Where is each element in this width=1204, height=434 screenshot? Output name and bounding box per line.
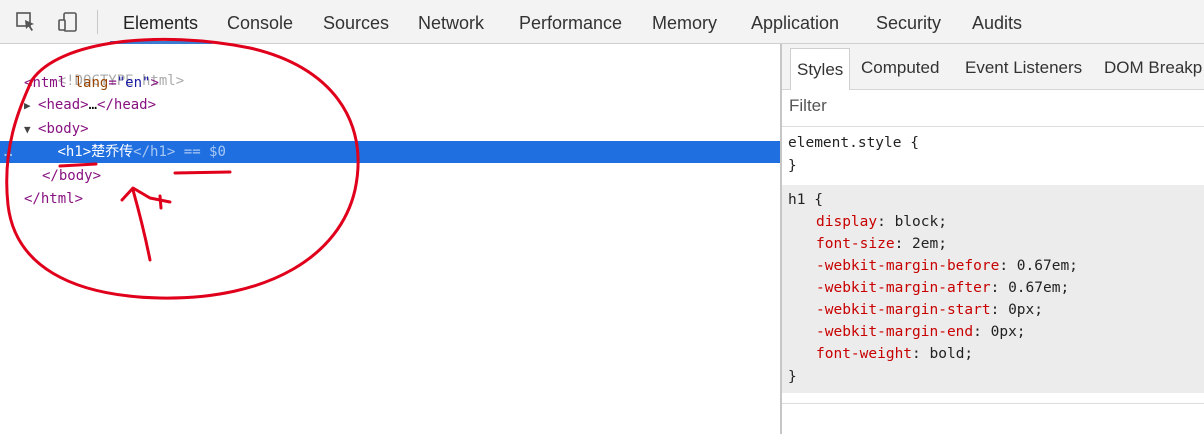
tab-network[interactable]: Network [418, 0, 484, 43]
html-close-tag: </html> [24, 191, 84, 207]
tab-application[interactable]: Application [751, 0, 839, 43]
h1-tag: h1 [65, 144, 83, 160]
element-style-selector[interactable]: element.style { [788, 132, 919, 154]
declaration-row[interactable]: display: block; [816, 211, 947, 233]
declaration-row[interactable]: -webkit-margin-after: 0.67em; [816, 277, 1069, 299]
expand-triangle-icon[interactable]: ▶ [24, 95, 38, 117]
tab-styles[interactable]: Styles [790, 48, 851, 90]
styles-filter-input[interactable]: Filter [789, 96, 827, 116]
collapse-triangle-icon[interactable]: ▼ [24, 119, 38, 141]
body-tag: body [46, 121, 81, 137]
dom-head-line[interactable]: ▶ <head>…</head> [0, 94, 780, 116]
html-attr-value: "en" [116, 75, 151, 91]
h1-rule-close: } [788, 369, 797, 385]
head-close-tag: head [113, 97, 148, 113]
rules-bottom-divider [782, 403, 1204, 404]
tab-dom-breakpoints[interactable]: DOM Breakp [1104, 44, 1202, 90]
tab-sources[interactable]: Sources [323, 0, 389, 43]
device-toggle-icon[interactable] [57, 11, 79, 33]
tab-performance[interactable]: Performance [519, 0, 622, 43]
devtools-toolbar: Elements Console Sources Network Perform… [0, 0, 1204, 44]
dom-html-line[interactable]: <html lang="en"> [0, 72, 780, 94]
declaration-row[interactable]: font-size: 2em; [816, 233, 947, 255]
declaration-row[interactable]: -webkit-margin-end: 0px; [816, 321, 1026, 343]
h1-rule-block: h1 { display: block; font-size: 2em; -we… [782, 185, 1204, 393]
h1-close-tag: h1 [150, 144, 167, 160]
row-menu-dots[interactable]: … [0, 144, 12, 160]
tab-elements[interactable]: Elements [123, 0, 198, 43]
sidebar-tabs: Styles Computed Event Listeners DOM Brea… [782, 44, 1204, 90]
tab-computed[interactable]: Computed [861, 44, 939, 90]
dom-html-close-line[interactable]: </html> [0, 188, 780, 210]
declaration-row[interactable]: -webkit-margin-start: 0px; [816, 299, 1043, 321]
tab-event-listeners[interactable]: Event Listeners [965, 44, 1082, 90]
dom-h1-line-selected[interactable]: … <h1>楚乔传</h1> == $0 [0, 141, 780, 163]
dom-body-close-line[interactable]: </body> [0, 165, 780, 187]
head-ellipsis: … [88, 97, 98, 113]
body-close-tag: </body> [42, 168, 102, 184]
element-style-close: } [788, 158, 797, 174]
html-attr-name: lang [74, 75, 109, 91]
dom-doctype-line[interactable]: <!DOCTYPE html> [0, 48, 780, 89]
head-tag: head [46, 97, 81, 113]
tab-console[interactable]: Console [227, 0, 293, 43]
h1-selector[interactable]: h1 { [788, 189, 823, 211]
dom-body-line[interactable]: ▼ <body> [0, 118, 780, 140]
declaration-row[interactable]: font-weight: bold; [816, 343, 973, 365]
tab-memory[interactable]: Memory [652, 0, 717, 43]
selected-marker: == $0 [183, 144, 226, 160]
tab-security[interactable]: Security [876, 0, 941, 43]
dom-tree: <!DOCTYPE html> <html lang="en"> ▶ <head>… [0, 44, 780, 434]
styles-sidebar: Styles Computed Event Listeners DOM Brea… [782, 44, 1204, 434]
inspect-cursor-icon[interactable] [15, 11, 37, 33]
toolbar-separator [97, 10, 98, 34]
h1-text: 楚乔传 [91, 144, 134, 160]
html-tag: html [32, 75, 67, 91]
declaration-row[interactable]: -webkit-margin-before: 0.67em; [816, 255, 1078, 277]
tab-audits[interactable]: Audits [972, 0, 1022, 43]
filter-divider [782, 126, 1204, 127]
